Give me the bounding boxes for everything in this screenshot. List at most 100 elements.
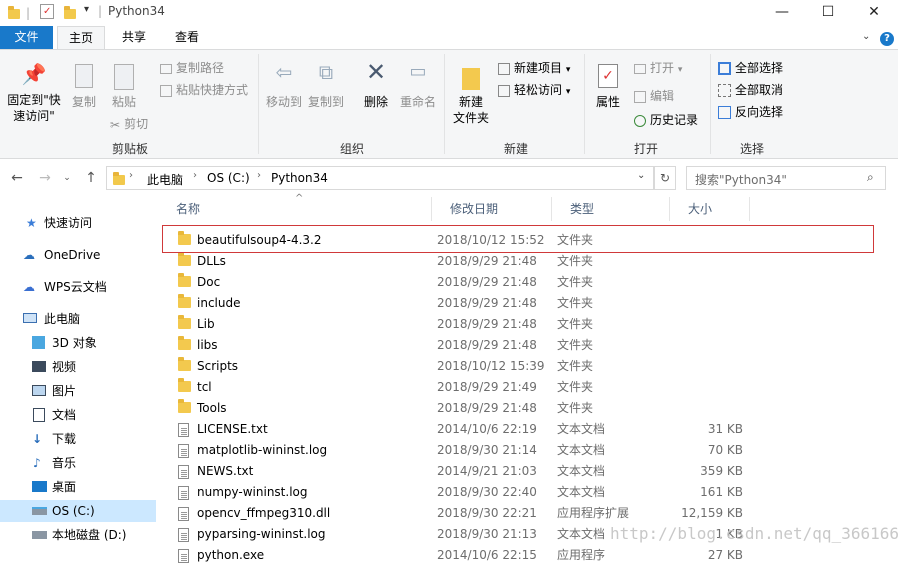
file-row[interactable]: Lib 2018/9/29 21:48 文件夹 <box>158 314 898 335</box>
file-row[interactable]: DLLs 2018/9/29 21:48 文件夹 <box>158 251 898 272</box>
sidebar-item-music[interactable]: ♪ 音乐 <box>0 452 157 474</box>
file-row[interactable]: Scripts 2018/10/12 15:39 文件夹 <box>158 356 898 377</box>
sidebar-item-documents[interactable]: 文档 <box>0 404 157 426</box>
breadcrumb-drive[interactable]: OS (C:) <box>207 171 250 185</box>
open-button[interactable]: 打开 ▾ <box>634 58 682 78</box>
tab-home[interactable]: 主页 <box>57 26 105 50</box>
file-icon <box>178 465 189 479</box>
history-button[interactable]: 历史记录 <box>634 110 698 130</box>
pin-quick-access-button[interactable]: 📌 固定到"快 速访问" <box>4 64 64 124</box>
copy-to-button[interactable]: ⧉ 复制到 <box>306 62 346 110</box>
paste-shortcut-button[interactable]: 粘贴快捷方式 <box>160 80 248 100</box>
column-header-type[interactable]: 类型 <box>552 197 670 221</box>
minimize-button[interactable]: — <box>759 0 805 26</box>
sidebar-item-label: 快速访问 <box>44 216 93 230</box>
column-header-date[interactable]: 修改日期 <box>432 197 552 221</box>
file-row[interactable]: Tools 2018/9/29 21:48 文件夹 <box>158 398 898 419</box>
breadcrumb-chevron-icon[interactable]: › <box>257 170 261 181</box>
tab-share[interactable]: 共享 <box>110 26 158 50</box>
sidebar-item-videos[interactable]: 视频 <box>0 356 157 378</box>
copy-label: 复制 <box>71 95 96 109</box>
expand-ribbon-icon[interactable]: ⌄ <box>862 31 870 42</box>
separator: | <box>98 4 103 18</box>
properties-button[interactable]: ✓ 属性 <box>590 64 626 110</box>
cut-button[interactable]: ✂ 剪切 <box>110 114 148 134</box>
breadcrumb-folder[interactable]: Python34 <box>271 171 328 185</box>
customize-toolbar-icon[interactable]: ▾ <box>84 4 89 15</box>
address-bar[interactable]: › 此电脑 › OS (C:) › Python34 ⌄ <box>106 166 654 190</box>
copy-path-label: 复制路径 <box>176 61 225 75</box>
properties-quick-icon[interactable]: ✓ <box>40 4 54 19</box>
sidebar-item-quick-access[interactable]: ★ 快速访问 <box>0 212 157 234</box>
sidebar-item-downloads[interactable]: ↓ 下载 <box>0 428 157 450</box>
easy-access-button[interactable]: 轻松访问 ▾ <box>498 80 570 100</box>
navigation-bar: ← → ⌄ ↑ › 此电脑 › OS (C:) › Python34 ⌄ ↻ 搜… <box>0 163 898 193</box>
up-arrow-icon[interactable]: ↑ <box>80 167 102 189</box>
forward-arrow-icon[interactable]: → <box>34 167 56 189</box>
refresh-icon[interactable]: ↻ <box>654 166 676 190</box>
sidebar-item-3d-objects[interactable]: 3D 对象 <box>0 332 157 354</box>
sidebar-item-label: 本地磁盘 (D:) <box>52 528 127 542</box>
cube-icon <box>32 336 45 349</box>
file-size: 161 KB <box>700 485 743 499</box>
select-all-button[interactable]: 全部选择 <box>718 58 783 78</box>
search-box[interactable]: 搜索"Python34" ⌕ <box>686 166 886 190</box>
delete-button[interactable]: ✕ 删除 <box>360 60 392 110</box>
folder-icon <box>178 399 191 413</box>
invert-selection-icon <box>718 106 731 119</box>
file-date: 2014/10/6 22:15 <box>437 548 537 562</box>
paste-button[interactable]: 粘贴 <box>106 64 142 110</box>
file-row[interactable]: matplotlib-wininst.log 2018/9/30 21:14 文本文… <box>158 440 898 461</box>
breadcrumb-this-pc[interactable]: 此电脑 <box>147 171 183 188</box>
recent-locations-icon[interactable]: ⌄ <box>56 167 78 189</box>
sidebar-item-local-disk-d[interactable]: 本地磁盘 (D:) <box>0 524 157 546</box>
file-row[interactable]: NEWS.txt 2014/9/21 21:03 文本文档 359 KB <box>158 461 898 482</box>
sidebar-item-os-c[interactable]: OS (C:) <box>0 500 156 522</box>
breadcrumb-chevron-icon[interactable]: › <box>129 170 133 181</box>
new-folder-quick-icon[interactable] <box>64 6 76 19</box>
close-button[interactable]: ✕ <box>851 0 897 26</box>
rename-button[interactable]: ▭ 重命名 <box>398 63 438 110</box>
edit-button[interactable]: 编辑 <box>634 86 674 106</box>
file-icon <box>178 444 189 458</box>
file-date: 2018/9/29 21:48 <box>437 254 537 268</box>
sidebar-item-label: OneDrive <box>44 248 101 262</box>
file-row[interactable]: Doc 2018/9/29 21:48 文件夹 <box>158 272 898 293</box>
new-folder-button[interactable]: 新建 文件夹 <box>450 64 492 126</box>
file-row[interactable]: python.exe 2014/10/6 22:15 应用程序 27 KB <box>158 545 898 566</box>
file-size: 359 KB <box>700 464 743 478</box>
help-icon[interactable]: ? <box>880 32 894 46</box>
address-dropdown-icon[interactable]: ⌄ <box>637 170 645 181</box>
file-row[interactable]: libs 2018/9/29 21:48 文件夹 <box>158 335 898 356</box>
column-header-name[interactable]: 名称 <box>158 197 432 221</box>
breadcrumb-chevron-icon[interactable]: › <box>193 170 197 181</box>
copy-button[interactable]: 复制 <box>66 64 102 110</box>
file-row[interactable]: LICENSE.txt 2014/10/6 22:19 文本文档 31 KB <box>158 419 898 440</box>
search-icon[interactable]: ⌕ <box>867 170 874 185</box>
folder-icon <box>178 315 191 329</box>
invert-selection-button[interactable]: 反向选择 <box>718 102 783 122</box>
new-item-button[interactable]: 新建项目 ▾ <box>498 58 570 78</box>
file-type: 文本文档 <box>557 464 606 478</box>
sidebar-item-label: 视频 <box>52 360 77 374</box>
back-arrow-icon[interactable]: ← <box>6 167 28 189</box>
sidebar-item-pictures[interactable]: 图片 <box>0 380 157 402</box>
move-to-button[interactable]: ⇦ 移动到 <box>264 62 304 110</box>
file-row[interactable]: opencv_ffmpeg310.dll 2018/9/30 22:21 应用程序扩… <box>158 503 898 524</box>
sidebar-item-wps-cloud[interactable]: ☁ WPS云文档 <box>0 276 157 298</box>
folder-icon <box>178 252 191 266</box>
file-row[interactable]: tcl 2018/9/29 21:49 文件夹 <box>158 377 898 398</box>
dropdown-arrow-icon: ▾ <box>565 87 571 97</box>
sidebar-item-desktop[interactable]: 桌面 <box>0 476 157 498</box>
tab-view[interactable]: 查看 <box>163 26 211 50</box>
select-none-button[interactable]: 全部取消 <box>718 80 783 100</box>
file-row[interactable]: numpy-wininst.log 2018/9/30 22:40 文本文档 161 … <box>158 482 898 503</box>
file-row[interactable]: include 2018/9/29 21:48 文件夹 <box>158 293 898 314</box>
copy-path-button[interactable]: 复制路径 <box>160 58 224 78</box>
sidebar-item-onedrive[interactable]: ☁ OneDrive <box>0 244 157 266</box>
file-name: numpy-wininst.log <box>197 485 308 499</box>
tab-file[interactable]: 文件 <box>0 26 53 50</box>
column-header-size[interactable]: 大小 <box>670 197 750 221</box>
maximize-button[interactable]: ☐ <box>805 0 851 26</box>
sidebar-item-this-pc[interactable]: 此电脑 <box>0 308 157 330</box>
